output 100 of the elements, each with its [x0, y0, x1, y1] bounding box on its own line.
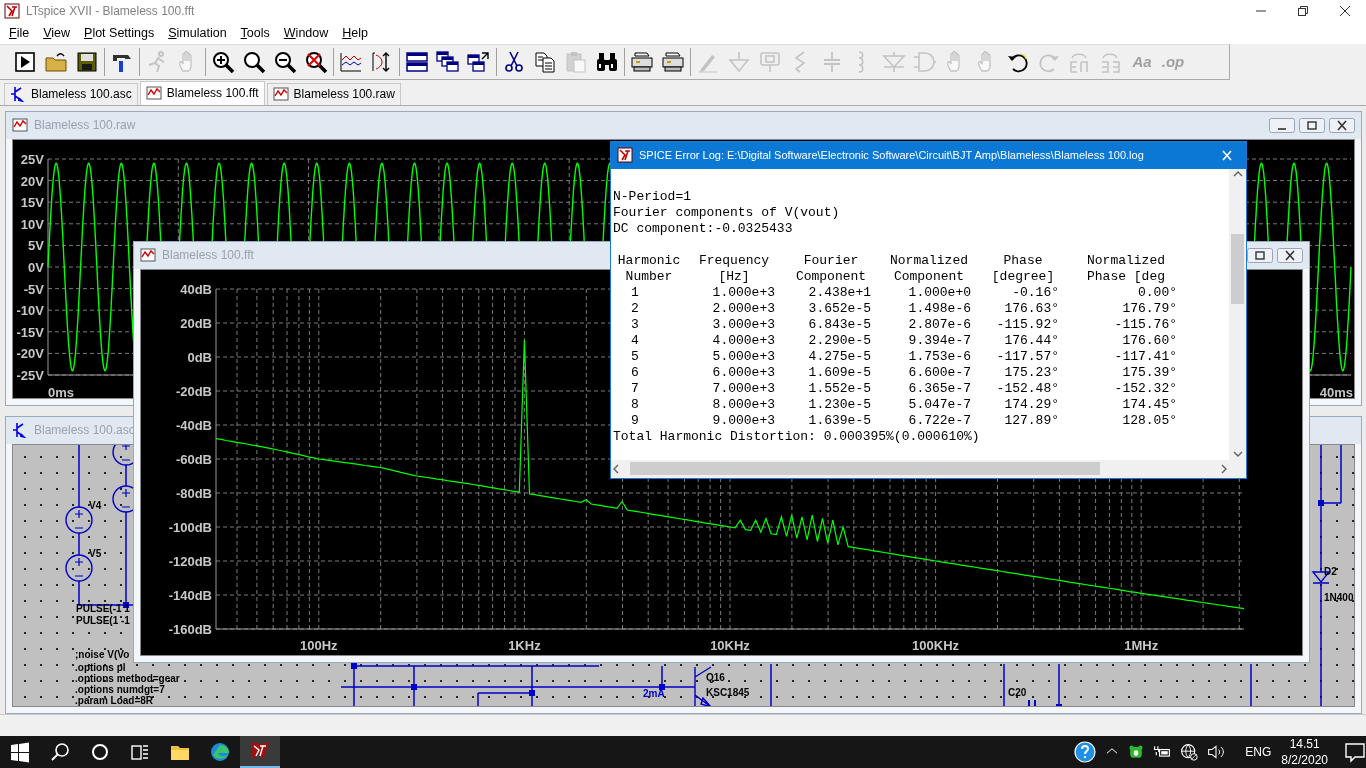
globe-icon[interactable]	[1180, 743, 1199, 761]
table-cell-text: 1.498e-6	[907, 300, 972, 317]
vertical-scrollbar[interactable]	[1229, 168, 1246, 460]
scrollbar-thumb[interactable]	[1231, 234, 1244, 305]
taskbar-button[interactable]	[240, 736, 280, 768]
table-cell-text: 8	[630, 396, 640, 413]
restore-icon[interactable]	[1298, 5, 1308, 16]
column-header: Component	[892, 268, 966, 285]
document-tab[interactable]: Blameless 100.fft	[139, 80, 265, 105]
column-header: Component	[794, 268, 868, 285]
run-icon[interactable]	[13, 49, 37, 74]
table-cell-text: -152.32°	[1113, 380, 1178, 397]
axis-tick-label: -140dB	[168, 587, 212, 603]
table-cell-text: 3.652e-5	[807, 300, 872, 317]
axis-tick-label: 1KHz	[508, 637, 541, 653]
axis-tick-label: 1MHz	[1124, 637, 1159, 653]
zoom-cancel-icon[interactable]	[304, 49, 328, 74]
axis-tick-label: -5V	[23, 281, 44, 297]
tile-windows-icon[interactable]	[405, 49, 429, 74]
printer-icon[interactable]	[661, 49, 685, 74]
menu-item[interactable]: Help	[335, 25, 375, 40]
current-label: 2mA	[643, 687, 665, 699]
axis-tick-label: 0ms	[48, 384, 75, 398]
axis-tick-label: -15V	[16, 324, 44, 340]
magnifier-icon[interactable]	[242, 49, 266, 74]
menu-item[interactable]: Tools	[233, 25, 277, 40]
axis-tick-label: -60dB	[175, 451, 212, 467]
close-button[interactable]	[1329, 117, 1355, 133]
table-cell-text: 2.290e-5	[807, 332, 872, 349]
table-cell-text: -117.57°	[995, 348, 1060, 365]
axis-tick-label: 100KHz	[912, 637, 960, 653]
table-cell-text: 5	[630, 348, 640, 365]
table-cell-text: 6.843e-5	[807, 316, 872, 333]
scrollbar-thumb[interactable]	[630, 462, 1100, 476]
tray-app-icon[interactable]	[1128, 744, 1145, 760]
table-cell-text: 1.552e-5	[807, 380, 872, 397]
clock-date[interactable]: 8/2/2020	[1281, 752, 1328, 768]
table-cell-text: -115.76°	[1113, 316, 1178, 333]
copy-icon[interactable]	[533, 49, 557, 74]
table-cell-text: 176.63°	[1003, 300, 1060, 317]
plot-icon	[272, 86, 289, 103]
table-cell-text: 6.365e-7	[907, 380, 972, 397]
column-header: Phase	[1002, 252, 1044, 269]
component-value: PULSE(1 -1	[76, 614, 130, 626]
table-cell-text: 6.600e-7	[907, 364, 972, 381]
table-cell-text: 128.05°	[1121, 412, 1178, 429]
notification-icon[interactable]	[1344, 741, 1366, 763]
maximize-button[interactable]	[1247, 247, 1273, 263]
axis-tick-label: 15V	[20, 194, 44, 210]
axis-tick-label: 0V	[28, 259, 44, 275]
window-title: LTspice XVII - Blameless 100.fft	[26, 3, 196, 18]
table-cell-text: 1.000e+3	[711, 284, 776, 301]
column-header: Normalized	[1086, 252, 1166, 269]
minimize-button[interactable]	[1269, 117, 1295, 133]
spice-directive: .options pl	[75, 661, 126, 673]
maximize-button[interactable]	[1299, 117, 1325, 133]
axis-tick-label: 40ms	[1319, 384, 1353, 398]
search-icon	[49, 741, 71, 763]
menu-item[interactable]: File	[2, 25, 37, 40]
axis-tick-label: 5V	[28, 238, 44, 254]
cascade-windows-icon[interactable]	[436, 49, 460, 74]
document-tab[interactable]: Blameless 100.asc	[4, 82, 138, 105]
column-header: Phase [deg	[1086, 268, 1166, 285]
menu-item[interactable]: View	[36, 25, 78, 40]
plot-icon	[12, 117, 28, 134]
scissors-icon[interactable]	[502, 49, 526, 74]
clock-time[interactable]: 14.51	[1289, 736, 1320, 752]
log-text-line: Total Harmonic Distortion: 0.000395%(0.000610%)	[613, 428, 981, 445]
axis-tick-label: -20V	[16, 346, 44, 362]
zoom-in-icon[interactable]	[211, 49, 235, 74]
menu-item[interactable]: Plot Settings	[77, 25, 162, 40]
table-cell-text: 9.000e+3	[711, 412, 776, 429]
close-button[interactable]	[1277, 247, 1303, 263]
help-icon[interactable]	[1074, 741, 1097, 763]
table-cell-text: 2.807e-6	[907, 316, 972, 333]
table-cell-text: 174.45°	[1121, 396, 1178, 413]
component-label: V5	[89, 547, 102, 559]
browser-icon	[209, 741, 231, 763]
table-cell-text: 8.000e+3	[711, 396, 776, 413]
table-cell-text: -0.16°	[1011, 284, 1060, 301]
language-indicator[interactable]: ENG	[1245, 745, 1272, 759]
close-icon[interactable]	[1340, 5, 1350, 16]
log-text-line: N-Period=1	[613, 188, 692, 205]
axis-tick-label: 25V	[20, 151, 44, 167]
menu-item[interactable]: Simulation	[161, 25, 234, 40]
table-cell-text: 2.000e+3	[711, 300, 776, 317]
table-cell-text: 127.89°	[1003, 412, 1060, 429]
arrange-windows-icon[interactable]	[467, 49, 491, 74]
horizontal-scrollbar[interactable]	[611, 459, 1229, 478]
table-cell-text: 7.000e+3	[711, 380, 776, 397]
zoom-out-icon[interactable]	[273, 49, 297, 74]
axis-tick-label: 10KHz	[710, 637, 750, 653]
axis-tick-label: 20V	[20, 173, 44, 189]
menu-item[interactable]: Window	[276, 25, 336, 40]
table-cell-text: 2.438e+1	[807, 284, 872, 301]
document-tab[interactable]: Blameless 100.raw	[266, 82, 401, 105]
speaker-icon[interactable]	[1207, 743, 1226, 761]
printer-icon[interactable]	[630, 49, 654, 74]
table-cell-text: 6.000e+3	[711, 364, 776, 381]
column-header: [Hz]	[717, 268, 751, 285]
